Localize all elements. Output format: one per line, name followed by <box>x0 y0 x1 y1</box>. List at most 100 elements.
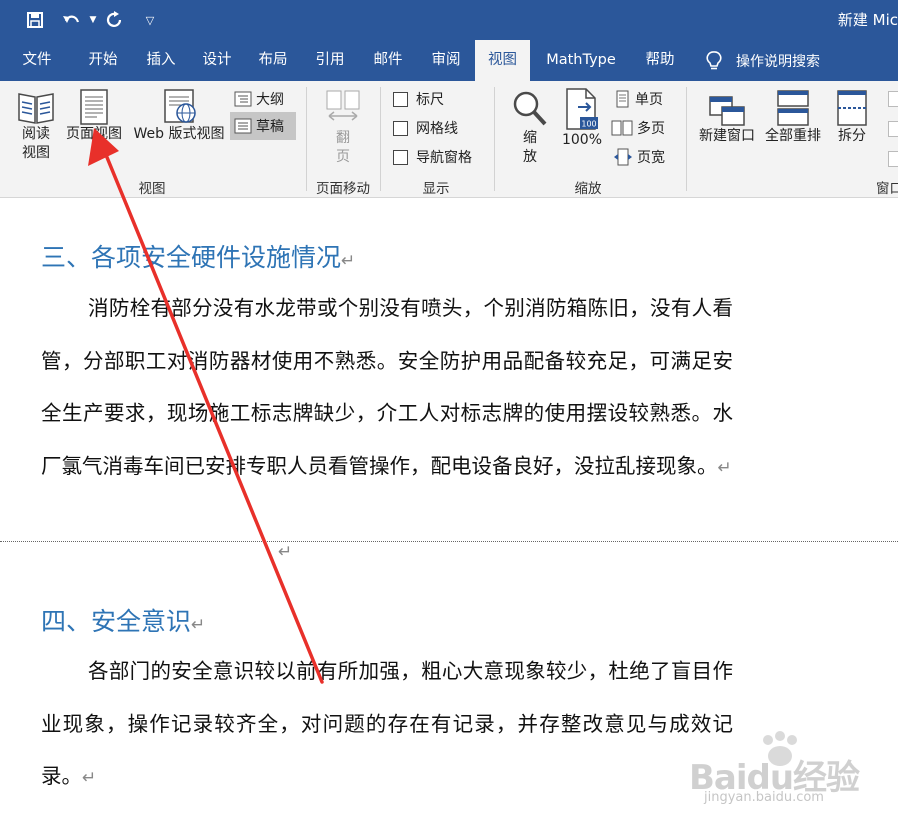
read-mode-label-2: 视图 <box>22 145 50 161</box>
page-width-icon <box>614 148 632 166</box>
arrange-all-label: 全部重排 <box>765 128 821 144</box>
page-icon <box>80 89 108 125</box>
paragraph-2-text: 各部门的安全意识较以前有所加强，粗心大意现象较少，杜绝了盲目作业现象，操作记录较… <box>41 659 733 788</box>
zoom-label-1: 缩 <box>523 130 537 146</box>
web-layout-button[interactable]: Web 版式视图 <box>128 89 230 144</box>
split-label: 拆分 <box>838 128 866 144</box>
magnifier-icon <box>513 91 547 126</box>
flip-page-label-1: 翻 <box>336 130 350 146</box>
nav-pane-checkbox[interactable]: 导航窗格 <box>393 147 472 167</box>
nav-pane-label: 导航窗格 <box>416 150 472 166</box>
tell-me-search[interactable]: 操作说明搜索 <box>706 40 820 81</box>
ribbon-tabs: 文件 开始 插入 设计 布局 引用 邮件 审阅 视图 MathType 帮助 操… <box>0 40 898 81</box>
tab-file[interactable]: 文件 <box>11 40 63 81</box>
ribbon-view: 阅读 视图 页面视图 Web 版式视图 大纲 草稿 视图 翻 页 页面移动 标尺… <box>0 81 898 198</box>
heading-section-3[interactable]: 三、各项安全硬件设施情况↵ <box>41 238 355 274</box>
split-icon <box>837 90 867 126</box>
one-page-button[interactable]: 单页 <box>613 89 663 109</box>
tab-layout[interactable]: 布局 <box>246 40 300 81</box>
zoom-button[interactable]: 缩 放 <box>510 89 550 167</box>
lightbulb-icon <box>706 50 722 69</box>
new-window-button[interactable]: 新建窗口 <box>694 89 760 146</box>
arrange-all-button[interactable]: 全部重排 <box>761 89 825 146</box>
paragraph-mark: ↵ <box>191 615 206 635</box>
group-label-page-move: 页面移动 <box>316 181 370 197</box>
group-separator <box>494 87 495 191</box>
tab-view[interactable]: 视图 <box>475 40 530 81</box>
one-page-label: 单页 <box>635 92 663 108</box>
web-layout-label: Web 版式视图 <box>133 126 225 142</box>
page-width-button[interactable]: 页宽 <box>613 147 665 167</box>
paragraph-mark: ↵ <box>82 768 97 788</box>
undo-icon[interactable] <box>60 9 82 31</box>
book-icon <box>18 93 54 124</box>
page-break-line <box>0 541 898 542</box>
group-separator <box>686 87 687 191</box>
paragraph-1[interactable]: 消防栓有部分没有水龙带或个别没有喷头，个别消防箱陈旧，没有人看管，分部职工对消防… <box>41 282 733 494</box>
group-label-zoom: 缩放 <box>574 181 602 197</box>
page-width-label: 页宽 <box>637 150 665 166</box>
flip-page-label-2: 页 <box>336 149 350 165</box>
outline-button[interactable]: 大纲 <box>234 89 284 109</box>
ruler-checkbox-box[interactable] <box>393 91 408 107</box>
new-window-icon <box>709 96 745 126</box>
tab-design[interactable]: 设计 <box>190 40 244 81</box>
baidu-watermark: Baidu经验 jingyan.baidu.com <box>684 730 874 830</box>
group-label-views: 视图 <box>138 181 166 197</box>
ruler-label: 标尺 <box>416 92 444 108</box>
paragraph-2[interactable]: 各部门的安全意识较以前有所加强，粗心大意现象较少，杜绝了盲目作业现象，操作记录较… <box>41 645 733 805</box>
redo-icon[interactable] <box>104 9 126 31</box>
group-separator <box>306 87 307 191</box>
multiple-pages-button[interactable]: 多页 <box>611 118 665 138</box>
group-separator <box>380 87 381 191</box>
title-bar: ▼ ▽ 新建 Mic <box>0 0 898 40</box>
one-page-icon <box>616 90 629 108</box>
group-label-show: 显示 <box>422 181 450 197</box>
tab-home[interactable]: 开始 <box>76 40 130 81</box>
tab-help[interactable]: 帮助 <box>633 40 687 81</box>
zoom-100-icon: 100 <box>566 88 598 130</box>
undo-dropdown-icon[interactable]: ▼ <box>82 9 104 31</box>
heading-section-4[interactable]: 四、安全意识↵ <box>41 602 205 638</box>
read-mode-label-1: 阅读 <box>22 126 50 142</box>
save-icon[interactable] <box>24 9 46 31</box>
new-window-label: 新建窗口 <box>699 128 755 144</box>
tab-insert[interactable]: 插入 <box>134 40 188 81</box>
heading-section-4-text: 四、安全意识 <box>41 607 192 636</box>
arrange-all-icon <box>777 90 809 126</box>
outline-label: 大纲 <box>256 92 284 108</box>
tab-mathtype[interactable]: MathType <box>536 40 626 81</box>
outline-icon <box>234 91 252 107</box>
group-label-window: 窗口 <box>876 181 898 197</box>
empty-paragraph-mark: ↵ <box>278 542 293 562</box>
paragraph-mark: ↵ <box>717 457 732 478</box>
nav-pane-checkbox-box[interactable] <box>393 149 408 165</box>
window-group-partial-icons <box>884 91 898 171</box>
web-page-icon <box>164 89 196 123</box>
draft-button[interactable]: 草稿 <box>230 112 296 140</box>
print-layout-label: 页面视图 <box>66 126 122 142</box>
gridlines-checkbox[interactable]: 网格线 <box>393 118 458 138</box>
ruler-checkbox[interactable]: 标尺 <box>393 89 444 109</box>
paragraph-mark: ↵ <box>341 251 356 271</box>
tab-references[interactable]: 引用 <box>302 40 358 81</box>
tab-review[interactable]: 审阅 <box>418 40 474 81</box>
multiple-pages-label: 多页 <box>637 121 665 137</box>
tell-me-label: 操作说明搜索 <box>736 53 820 70</box>
customize-toolbar-icon[interactable]: ▽ <box>139 9 161 31</box>
zoom-100-button[interactable]: 100 100% <box>558 87 606 150</box>
gridlines-label: 网格线 <box>416 121 458 137</box>
tab-mailings[interactable]: 邮件 <box>360 40 416 81</box>
gridlines-checkbox-box[interactable] <box>393 120 408 136</box>
split-button[interactable]: 拆分 <box>831 89 873 146</box>
zoom-label-2: 放 <box>523 149 537 165</box>
document-title: 新建 Mic <box>837 11 898 29</box>
draft-label: 草稿 <box>256 119 284 135</box>
read-mode-button[interactable]: 阅读 视图 <box>14 89 58 163</box>
flip-page-button[interactable]: 翻 页 <box>322 89 364 167</box>
svg-text:100: 100 <box>581 120 596 129</box>
flip-page-icon <box>326 90 360 121</box>
zoom-100-label: 100% <box>561 132 603 148</box>
paragraph-1-text: 消防栓有部分没有水龙带或个别没有喷头，个别消防箱陈旧，没有人看管，分部职工对消防… <box>41 296 733 478</box>
print-layout-button[interactable]: 页面视图 <box>63 89 125 144</box>
